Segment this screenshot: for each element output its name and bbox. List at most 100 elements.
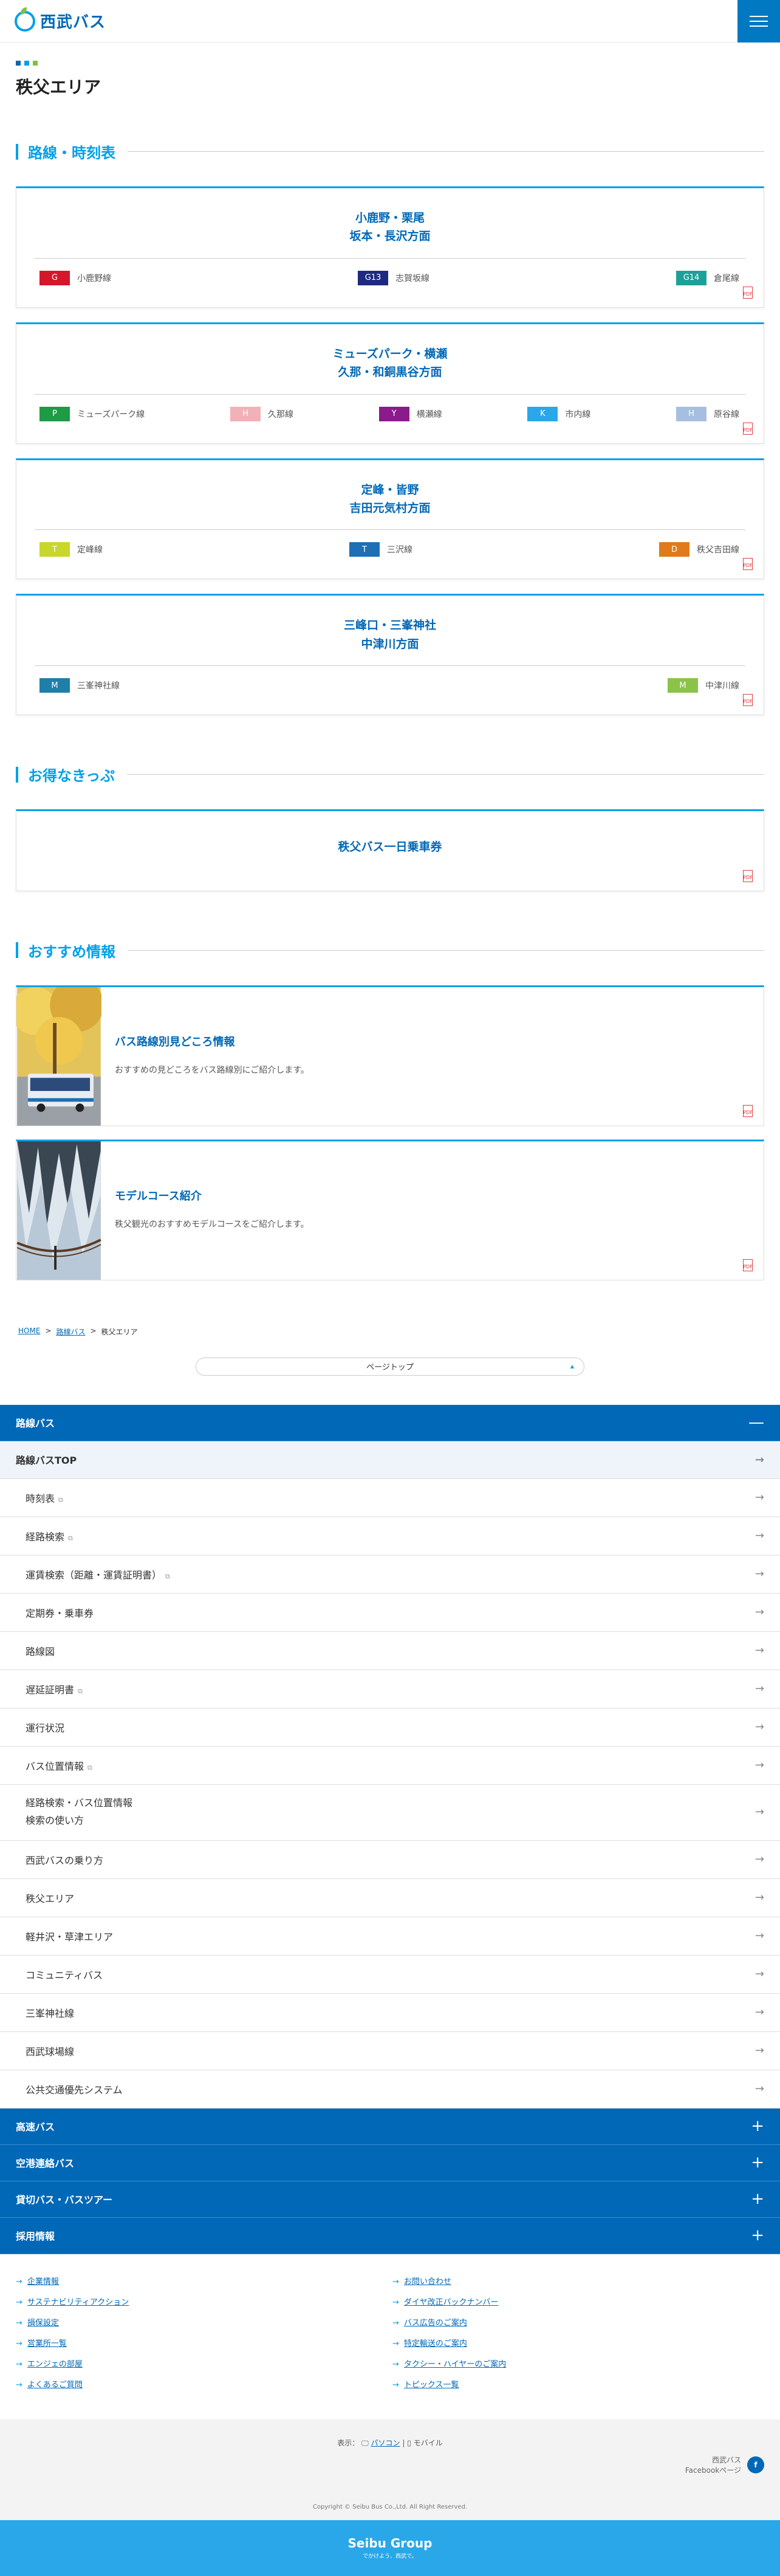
footer-nav-item[interactable]: 路線図 →: [0, 1632, 780, 1670]
breadcrumb: HOME > 路線バス > 秩父エリア: [18, 1326, 138, 1337]
arrow-right-icon: →: [754, 1644, 764, 1657]
plus-icon: +: [751, 2153, 764, 2172]
bus-autumn-photo: [16, 987, 101, 1126]
route-line-link[interactable]: T 定峰線: [39, 542, 103, 557]
line-code-badge: G13: [358, 270, 388, 285]
page-title-area: 秩父エリア: [0, 42, 780, 98]
footer-link[interactable]: 損保設定: [27, 2319, 59, 2328]
ticket-card[interactable]: 秩父バス一日乗車券 PDF: [16, 809, 764, 891]
ticket-card-title: 秩父バス一日乗車券: [338, 840, 442, 854]
footer-nav-item[interactable]: 定期券・乗車券 →: [0, 1594, 780, 1632]
footer-nav-item[interactable]: コミュニティバス →: [0, 1956, 780, 1994]
external-link-icon: ⧉: [78, 1687, 83, 1695]
route-card-title: 三峰口・三峯神社 中津川方面: [343, 619, 436, 651]
footer-nav-section-toggle[interactable]: 空港連絡バス +: [0, 2144, 780, 2181]
footer-nav-item[interactable]: バス位置情報 ⧉ →: [0, 1747, 780, 1785]
route-card-title: ミューズパーク・横瀬 久那・和銅黒谷方面: [332, 347, 448, 379]
pdf-icon[interactable]: PDF: [743, 1259, 753, 1271]
footer-nav-item[interactable]: 時刻表 ⧉ →: [0, 1479, 780, 1517]
pdf-icon[interactable]: PDF: [743, 869, 753, 882]
line-code-badge: Y: [378, 406, 409, 421]
footer-nav-item[interactable]: 経路検索・バス位置情報 検索の使い方 →: [0, 1785, 780, 1841]
recommend-card-course[interactable]: モデルコース紹介 秩父観光のおすすめモデルコースをご紹介します。 PDF: [16, 1139, 764, 1280]
footer-nav-item[interactable]: 三峯神社線 →: [0, 1994, 780, 2032]
footer-nav-section-toggle[interactable]: 採用情報 +: [0, 2217, 780, 2254]
line-name: ミューズパーク線: [77, 409, 145, 420]
line-code-badge: M: [668, 678, 698, 693]
line-name: 倉尾線: [714, 273, 739, 284]
plus-icon: +: [751, 2226, 764, 2245]
route-line-link[interactable]: P ミューズパーク線: [39, 406, 145, 421]
line-name: 小鹿野線: [77, 273, 111, 284]
footer-link[interactable]: 企業情報: [27, 2277, 59, 2286]
line-name: 中津川線: [705, 681, 739, 692]
footer-nav-item[interactable]: 西武バスの乗り方 →: [0, 1841, 780, 1879]
menu-bar-icon: [750, 20, 768, 22]
route-line-link[interactable]: D 秩父吉田線: [659, 542, 739, 557]
site-header: 西武バス: [0, 0, 780, 42]
footer-nav-item[interactable]: 公共交通優先システム →: [0, 2070, 780, 2109]
pc-link[interactable]: パソコン: [371, 2439, 400, 2447]
footer-nav-section-toggle[interactable]: 高速バス +: [0, 2108, 780, 2145]
footer-link[interactable]: 営業所一覧: [27, 2339, 67, 2348]
route-line-link[interactable]: G13 志賀坂線: [358, 270, 429, 285]
footer-link[interactable]: エンジェの部屋: [27, 2360, 83, 2369]
facebook-link[interactable]: 西武バス Facebookページ f: [685, 2455, 764, 2475]
pdf-icon[interactable]: PDF: [743, 286, 753, 299]
line-name: 秩父吉田線: [697, 545, 739, 556]
footer-nav-item[interactable]: 秩父エリア →: [0, 1879, 780, 1917]
footer-nav-route-bus-toggle[interactable]: 路線バス —: [0, 1404, 780, 1441]
pdf-icon[interactable]: PDF: [743, 422, 753, 435]
route-line-link[interactable]: G 小鹿野線: [39, 270, 111, 285]
pdf-icon[interactable]: PDF: [743, 1104, 753, 1117]
footer-nav-section-toggle[interactable]: 貸切バス・バスツアー +: [0, 2181, 780, 2218]
footer-nav-route-bus-top[interactable]: 路線バスTOP →: [0, 1441, 780, 1479]
breadcrumb-home-link[interactable]: HOME: [18, 1327, 40, 1337]
footer-link[interactable]: トピックス一覧: [404, 2381, 459, 2390]
pdf-icon[interactable]: PDF: [743, 558, 753, 571]
external-link-icon: ⧉: [68, 1534, 73, 1542]
route-line-link[interactable]: Y 横瀬線: [378, 406, 442, 421]
line-code-badge: G: [39, 270, 70, 285]
footer-link[interactable]: サステナビリティアクション: [27, 2298, 129, 2307]
title-dots-icon: [16, 61, 764, 66]
footer-nav-item[interactable]: 運賃検索（距離・運賃証明書） ⧉ →: [0, 1555, 780, 1594]
route-card-title: 小鹿野・栗尾 坂本・長沢方面: [349, 211, 431, 243]
pdf-icon[interactable]: PDF: [743, 694, 753, 707]
footer-nav-item[interactable]: 経路検索 ⧉ →: [0, 1517, 780, 1555]
line-code-badge: H: [676, 406, 706, 421]
footer-link[interactable]: 特定輸送のご案内: [404, 2339, 467, 2348]
line-name: 久那線: [267, 409, 293, 420]
route-card-list: 小鹿野・栗尾 坂本・長沢方面 G 小鹿野線 G13 志賀坂線 G14 倉尾線 PD…: [0, 186, 780, 716]
route-line-link[interactable]: G14 倉尾線: [676, 270, 739, 285]
footer-link-item: タクシー・ハイヤーのご案内: [392, 2357, 769, 2369]
arrow-right-icon: →: [754, 1891, 764, 1905]
section-heading-routes: 路線・時刻表: [16, 141, 764, 162]
footer-link[interactable]: タクシー・ハイヤーのご案内: [404, 2360, 506, 2369]
route-line-link[interactable]: K 市内線: [527, 406, 591, 421]
logo-text: 西武バス: [40, 13, 106, 32]
route-line-link[interactable]: H 久那線: [230, 406, 293, 421]
footer-link[interactable]: お問い合わせ: [404, 2277, 451, 2286]
footer-link-item: 営業所一覧: [16, 2337, 392, 2348]
line-name: 市内線: [565, 409, 591, 420]
page-top-button[interactable]: ページトップ: [196, 1357, 584, 1376]
seibu-group-banner[interactable]: Seibu Group でかけよう、西武で。: [0, 2520, 780, 2576]
route-line-link[interactable]: T 三沢線: [349, 542, 412, 557]
route-line-link[interactable]: M 中津川線: [668, 678, 739, 693]
recommend-card-spots[interactable]: バス路線別見どころ情報 おすすめの見どころをバス路線別にご紹介します。 PDF: [16, 985, 764, 1126]
route-line-link[interactable]: H 原谷線: [676, 406, 739, 421]
arrow-right-icon: →: [754, 1568, 764, 1581]
hamburger-menu-button[interactable]: [737, 0, 780, 42]
footer-link[interactable]: ダイヤ改正バックナンバー: [404, 2298, 499, 2307]
footer-nav-item[interactable]: 遅延証明書 ⧉ →: [0, 1670, 780, 1708]
breadcrumb-route-bus-link[interactable]: 路線バス: [56, 1327, 85, 1337]
footer-nav-item[interactable]: 軽井沢・草津エリア →: [0, 1917, 780, 1956]
footer-link[interactable]: よくあるご質問: [27, 2381, 83, 2390]
line-code-badge: G14: [676, 270, 706, 285]
seibu-bus-logo[interactable]: 西武バス: [0, 7, 106, 32]
footer-link[interactable]: バス広告のご案内: [404, 2319, 467, 2328]
footer-nav-item[interactable]: 西武球場線 →: [0, 2032, 780, 2070]
route-line-link[interactable]: M 三峯神社線: [39, 678, 120, 693]
footer-nav-item[interactable]: 運行状況 →: [0, 1708, 780, 1747]
